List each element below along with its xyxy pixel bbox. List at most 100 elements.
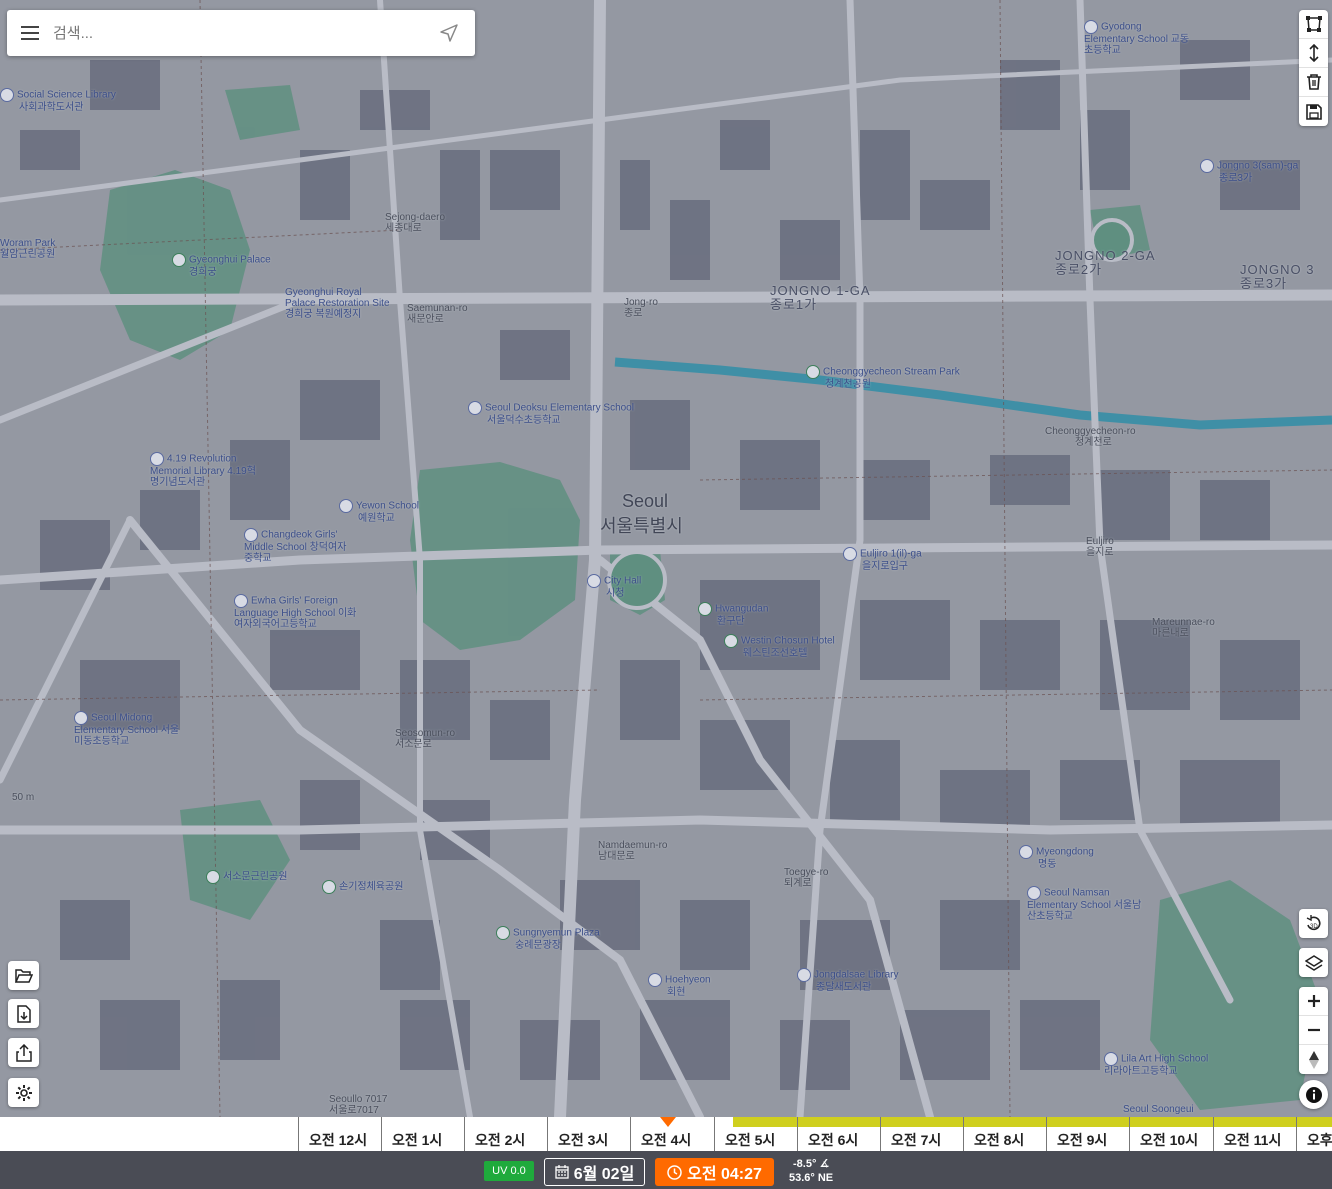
library-icon	[150, 452, 164, 466]
rotate-3d-icon: 3D	[1306, 914, 1321, 930]
file-import-icon	[16, 1004, 31, 1023]
search-input[interactable]	[53, 24, 423, 42]
school-icon	[339, 499, 353, 513]
poi-label[interactable]: 손기정체육공원	[322, 880, 403, 894]
status-bar: UV 0.0 6월 02일 오전 04:27 -8.5° ∡ 53.6° NE	[0, 1151, 1332, 1189]
hour-slot[interactable]: 오전 11시	[1213, 1117, 1296, 1151]
park-icon	[806, 365, 820, 379]
floppy-disk-icon	[1305, 103, 1322, 120]
polygon-tool-button[interactable]	[1299, 10, 1328, 39]
rotate-3d-button[interactable]: 3D	[1299, 909, 1328, 938]
poi-label[interactable]: Seoul Midong Elementary School 서울미동초등학교	[74, 711, 184, 747]
poi-label[interactable]: Lila Art High School 리라아트고등학교	[1104, 1052, 1214, 1077]
poi-label[interactable]: City Hall 시청	[587, 574, 641, 599]
navigation-arrow-icon[interactable]	[423, 10, 475, 56]
info-button[interactable]	[1299, 1080, 1328, 1109]
poi-label[interactable]: Jongdalsae Library 종달새도서관	[797, 968, 899, 993]
hour-slot[interactable]: 오전 5시	[714, 1117, 797, 1151]
poi-label[interactable]: Gyodong Elementary School 교동초등학교	[1084, 20, 1194, 56]
zoom-control	[1299, 987, 1328, 1074]
time-picker[interactable]: 오전 04:27	[655, 1158, 774, 1186]
school-icon	[74, 711, 88, 725]
hour-slot[interactable]: 오전 8시	[963, 1117, 1046, 1151]
hour-slot[interactable]: 오전 10시	[1129, 1117, 1212, 1151]
sun-azimuth: 53.6° NE	[789, 1172, 834, 1184]
open-folder-button[interactable]	[8, 961, 39, 990]
school-icon	[1104, 1052, 1118, 1066]
poi-label[interactable]: Hwangudan 환구단	[698, 602, 768, 627]
poi-label[interactable]: Social Science Library 사회과학도서관	[0, 88, 116, 113]
trash-icon	[1306, 74, 1321, 90]
park-icon	[496, 926, 510, 940]
sun-angle-icon: ∡	[819, 1158, 830, 1170]
park-seosomun	[180, 800, 290, 920]
timeline: 오전 12시 오전 1시 오전 2시 오전 3시 오전 4시 오전 5시 오전 …	[0, 1117, 1332, 1189]
hour-slot[interactable]: 오전 3시	[547, 1117, 630, 1151]
save-button[interactable]	[1299, 97, 1328, 126]
poi-label[interactable]: Cheonggyecheon Stream Park 청계천공원	[806, 365, 960, 390]
info-icon	[1305, 1086, 1322, 1103]
hour-slot[interactable]: 오전 2시	[464, 1117, 547, 1151]
drawing-toolbar	[1299, 10, 1328, 126]
poi-label[interactable]: Jongno 3(sam)-ga 종로3가	[1200, 159, 1298, 184]
poi-label[interactable]: Euljiro 1(il)-ga 을지로입구	[843, 547, 922, 572]
delete-button[interactable]	[1299, 68, 1328, 97]
street-label: Euljiro 을지로	[1086, 536, 1114, 558]
park-north	[225, 85, 300, 140]
city-name-ko: 서울특별시	[600, 516, 683, 536]
settings-button[interactable]	[8, 1078, 39, 1107]
plus-icon	[1307, 995, 1320, 1007]
compass-icon	[1308, 1050, 1319, 1069]
district-label: JONGNO 2-GA 종로2가	[1055, 248, 1156, 277]
school-icon	[244, 528, 258, 542]
poi-label[interactable]: Gyeonghui Royal Palace Restoration Site 경…	[285, 287, 395, 320]
height-tool-button[interactable]	[1299, 39, 1328, 68]
layers-icon	[1304, 954, 1323, 971]
compass-button[interactable]	[1299, 1045, 1328, 1074]
sun-elevation: -8.5°	[793, 1158, 817, 1170]
poi-label[interactable]: Woram Park 월암근린공원	[0, 238, 55, 260]
hour-slot[interactable]: 오전 1시	[381, 1117, 464, 1151]
hamburger-menu-icon[interactable]	[7, 10, 53, 56]
zoom-out-button[interactable]	[1299, 1016, 1328, 1045]
park-icon	[322, 880, 336, 894]
poi-label[interactable]: 4.19 Revolution Memorial Library 4.19혁명기…	[150, 452, 260, 488]
poi-label[interactable]: 서소문근린공원	[206, 870, 287, 884]
district-label: JONGNO 3 종로3가	[1240, 262, 1315, 291]
school-icon	[1027, 886, 1041, 900]
poi-label[interactable]: Ewha Girls' Foreign Language High School…	[234, 594, 364, 630]
cheonggyecheon-stream	[614, 357, 1332, 430]
map-canvas[interactable]: Seoul 서울특별시 JONGNO 1-GA 종로1가 JONGNO 2-GA 종…	[0, 0, 1332, 1117]
poi-label[interactable]: Gyeonghui Palace 경희궁	[172, 253, 271, 278]
school-icon	[468, 401, 482, 415]
poi-label[interactable]: Seoul Deoksu Elementary School 서울덕수초등학교	[468, 401, 634, 426]
road-jongro	[0, 289, 1332, 306]
poi-label[interactable]: Seoul Namsan Elementary School 서울남산초등학교	[1027, 886, 1147, 922]
street-label: Toegye-ro 퇴계로	[784, 867, 829, 889]
hour-slot[interactable]: 오후	[1296, 1117, 1332, 1151]
poi-label[interactable]: Hoehyeon 회현	[648, 973, 711, 998]
hour-slot[interactable]: 오전 6시	[797, 1117, 880, 1151]
poi-label[interactable]: Yewon School 예원학교	[339, 499, 419, 524]
share-icon	[15, 1043, 32, 1062]
poi-label[interactable]: Westin Chosun Hotel 웨스틴조선호텔	[724, 634, 835, 659]
hour-slot[interactable]: 오전 9시	[1046, 1117, 1129, 1151]
subway-icon	[587, 574, 601, 588]
subway-icon	[648, 973, 662, 987]
zoom-in-button[interactable]	[1299, 987, 1328, 1016]
poi-label[interactable]: Sungnyemun Plaza 숭례문광장	[496, 926, 600, 951]
hour-strip[interactable]: 오전 12시 오전 1시 오전 2시 오전 3시 오전 4시 오전 5시 오전 …	[0, 1117, 1332, 1151]
share-button[interactable]	[8, 1038, 39, 1067]
library-icon	[0, 88, 14, 102]
hour-slot[interactable]: 오전 12시	[298, 1117, 381, 1151]
poi-label[interactable]: Seoul Soongeui	[1123, 1104, 1194, 1115]
import-file-button[interactable]	[8, 999, 39, 1028]
date-picker[interactable]: 6월 02일	[544, 1158, 645, 1186]
hour-slot[interactable]: 오전 7시	[880, 1117, 963, 1151]
folder-open-icon	[14, 968, 33, 983]
current-time-marker[interactable]	[660, 1117, 676, 1127]
library-icon	[797, 968, 811, 982]
layers-button[interactable]	[1299, 948, 1328, 977]
poi-label[interactable]: Changdeok Girls' Middle School 창덕여자중학교	[244, 528, 354, 564]
poi-label[interactable]: Myeongdong 명동	[1019, 845, 1094, 870]
